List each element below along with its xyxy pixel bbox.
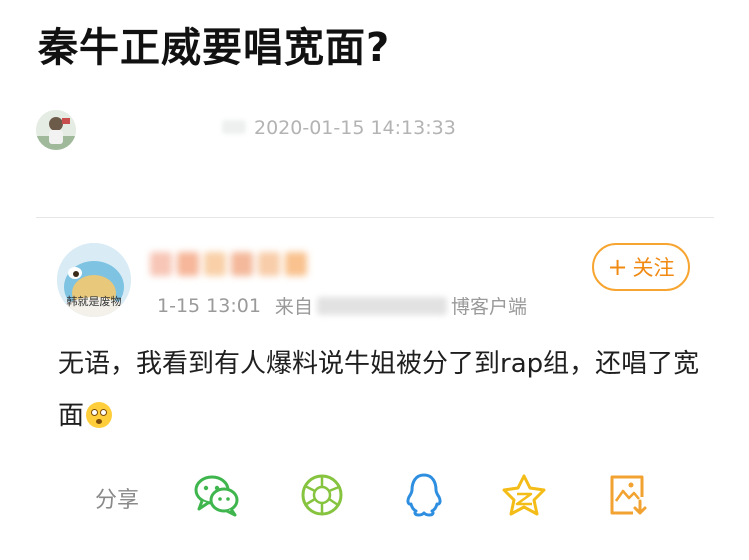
post-time: 1-15 13:01 [157, 294, 261, 317]
share-qq-button[interactable] [399, 470, 449, 520]
post-author-avatar[interactable]: 韩就是废物 [57, 243, 131, 317]
avatar-caption: 韩就是废物 [66, 295, 122, 308]
save-image-icon [610, 475, 647, 515]
wechat-icon [194, 475, 239, 517]
article-title: 秦牛正威要唱宽面? [38, 25, 391, 71]
share-label: 分享 [95, 488, 140, 513]
author-name-redacted [222, 120, 246, 134]
moments-icon [301, 474, 343, 516]
share-qzone-button[interactable] [499, 470, 549, 520]
follow-button[interactable]: + 关注 [592, 243, 690, 291]
share-bar: 分享 [95, 470, 675, 522]
author-avatar-image [36, 110, 76, 150]
post-source-prefix: 来自 [274, 296, 313, 318]
post-source-redacted [316, 296, 447, 315]
post-meta: 1-15 13:01 来自 博客户端 [157, 292, 527, 319]
plus-icon: + [607, 253, 628, 281]
share-save-image-button[interactable] [602, 470, 652, 520]
qq-icon [406, 473, 442, 517]
post-source-suffix: 博客户端 [450, 296, 527, 318]
post-text: 无语，我看到有人爆料说牛姐被分了到rap组，还唱了宽面 [58, 349, 700, 431]
divider [36, 217, 714, 218]
article-timestamp: 2020-01-15 14:13:33 [254, 117, 456, 139]
post-body: 无语，我看到有人爆料说牛姐被分了到rap组，还唱了宽面 [58, 338, 708, 442]
follow-label: 关注 [632, 256, 675, 280]
qzone-icon [502, 474, 546, 516]
share-wechat-button[interactable] [192, 470, 242, 520]
author-avatar[interactable] [36, 110, 76, 150]
post-author-name-redacted[interactable] [150, 252, 307, 280]
astonished-emoji-icon [86, 402, 113, 428]
share-moments-button[interactable] [297, 470, 347, 520]
